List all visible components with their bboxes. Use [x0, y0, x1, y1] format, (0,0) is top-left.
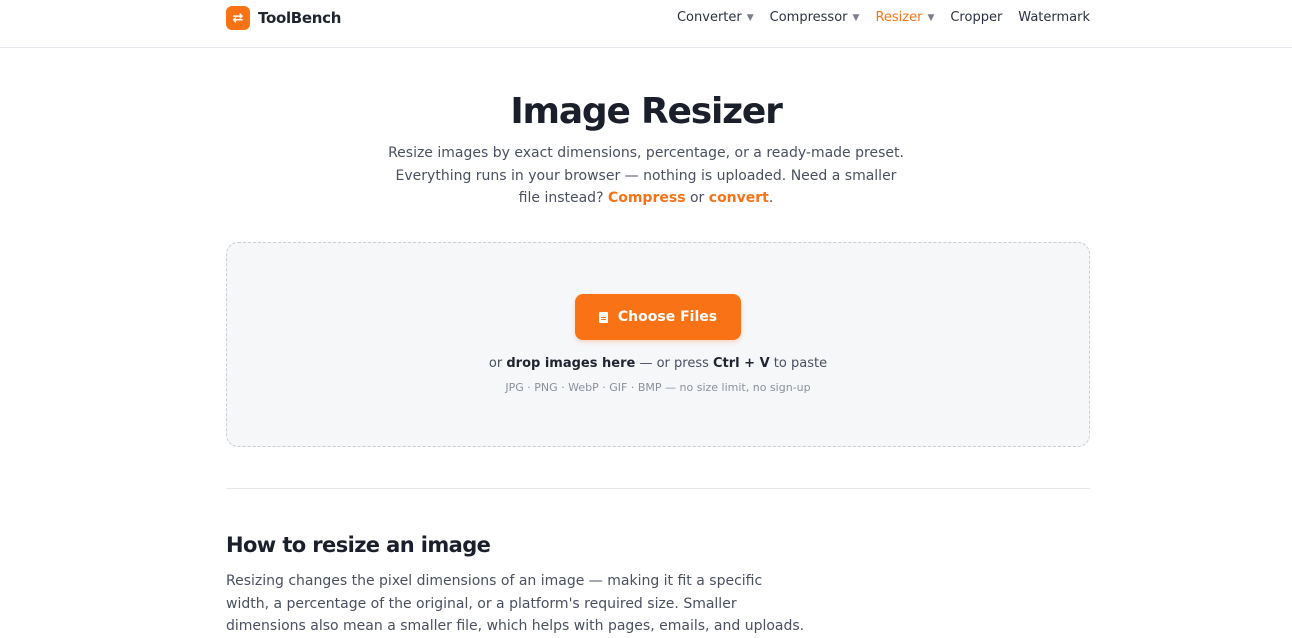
file-icon [598, 311, 608, 323]
nav-item-label: Compressor [769, 10, 848, 25]
description-line: instead? [544, 190, 604, 206]
hint-text: to paste [773, 356, 828, 371]
page-description: Resize images by exact dimensions, perce… [386, 142, 906, 210]
supported-formats: JPG · PNG · WebP · GIF · BMP — no size l… [505, 381, 811, 394]
compress-link[interactable]: Compress [608, 190, 686, 206]
nav-item-converter[interactable]: Converter ▼ [677, 10, 754, 25]
hero-section: Image Resizer Resize images by exact dim… [0, 90, 1292, 210]
howto-text: Resizing changes the pixel dimensions of… [226, 570, 806, 638]
page-title: Image Resizer [510, 91, 783, 132]
drop-hint: or drop images here — or press Ctrl + V … [227, 356, 1089, 371]
brand-logo-link[interactable]: ⇄ ToolBench [226, 6, 341, 30]
file-dropzone[interactable]: Choose Files or drop images here — or pr… [226, 242, 1090, 447]
description-line: Resize images by exact dimensions, perce… [388, 145, 904, 161]
howto-heading: How to resize an image [226, 533, 491, 557]
hint-drop-text: drop images here [506, 356, 636, 371]
nav-item-label: Resizer [875, 10, 923, 25]
caret-down-icon: ▼ [852, 12, 860, 23]
nav-item-label: Watermark [1018, 10, 1090, 25]
section-divider [226, 488, 1090, 489]
caret-down-icon: ▼ [746, 12, 754, 23]
hint-shortcut: Ctrl + V [713, 356, 770, 371]
swap-arrows-icon: ⇄ [226, 6, 250, 30]
nav-item-label: Converter [676, 10, 742, 25]
nav-item-compressor[interactable]: Compressor ▼ [770, 10, 860, 25]
choose-files-label: Choose Files [617, 309, 718, 325]
or-text: or [689, 190, 705, 206]
choose-files-button[interactable]: Choose Files [575, 294, 741, 340]
nav-item-resizer[interactable]: Resizer ▼ [875, 10, 934, 25]
period-text: . [768, 190, 774, 206]
howto-line: smaller file, which helps with pages, em… [400, 618, 805, 634]
convert-link[interactable]: convert [709, 190, 769, 206]
brand-name: ToolBench [258, 9, 342, 27]
main-nav: Converter ▼ Compressor ▼ Resizer ▼ Cropp… [677, 10, 1090, 25]
hint-text: — or press [639, 356, 709, 371]
nav-item-label: Cropper [950, 10, 1003, 25]
caret-down-icon: ▼ [927, 12, 935, 23]
hint-text: or [488, 356, 503, 371]
nav-item-cropper[interactable]: Cropper [950, 10, 1002, 25]
site-header: ⇄ ToolBench Converter ▼ Compressor ▼ Res… [0, 0, 1292, 48]
nav-item-watermark[interactable]: Watermark [1018, 10, 1090, 25]
